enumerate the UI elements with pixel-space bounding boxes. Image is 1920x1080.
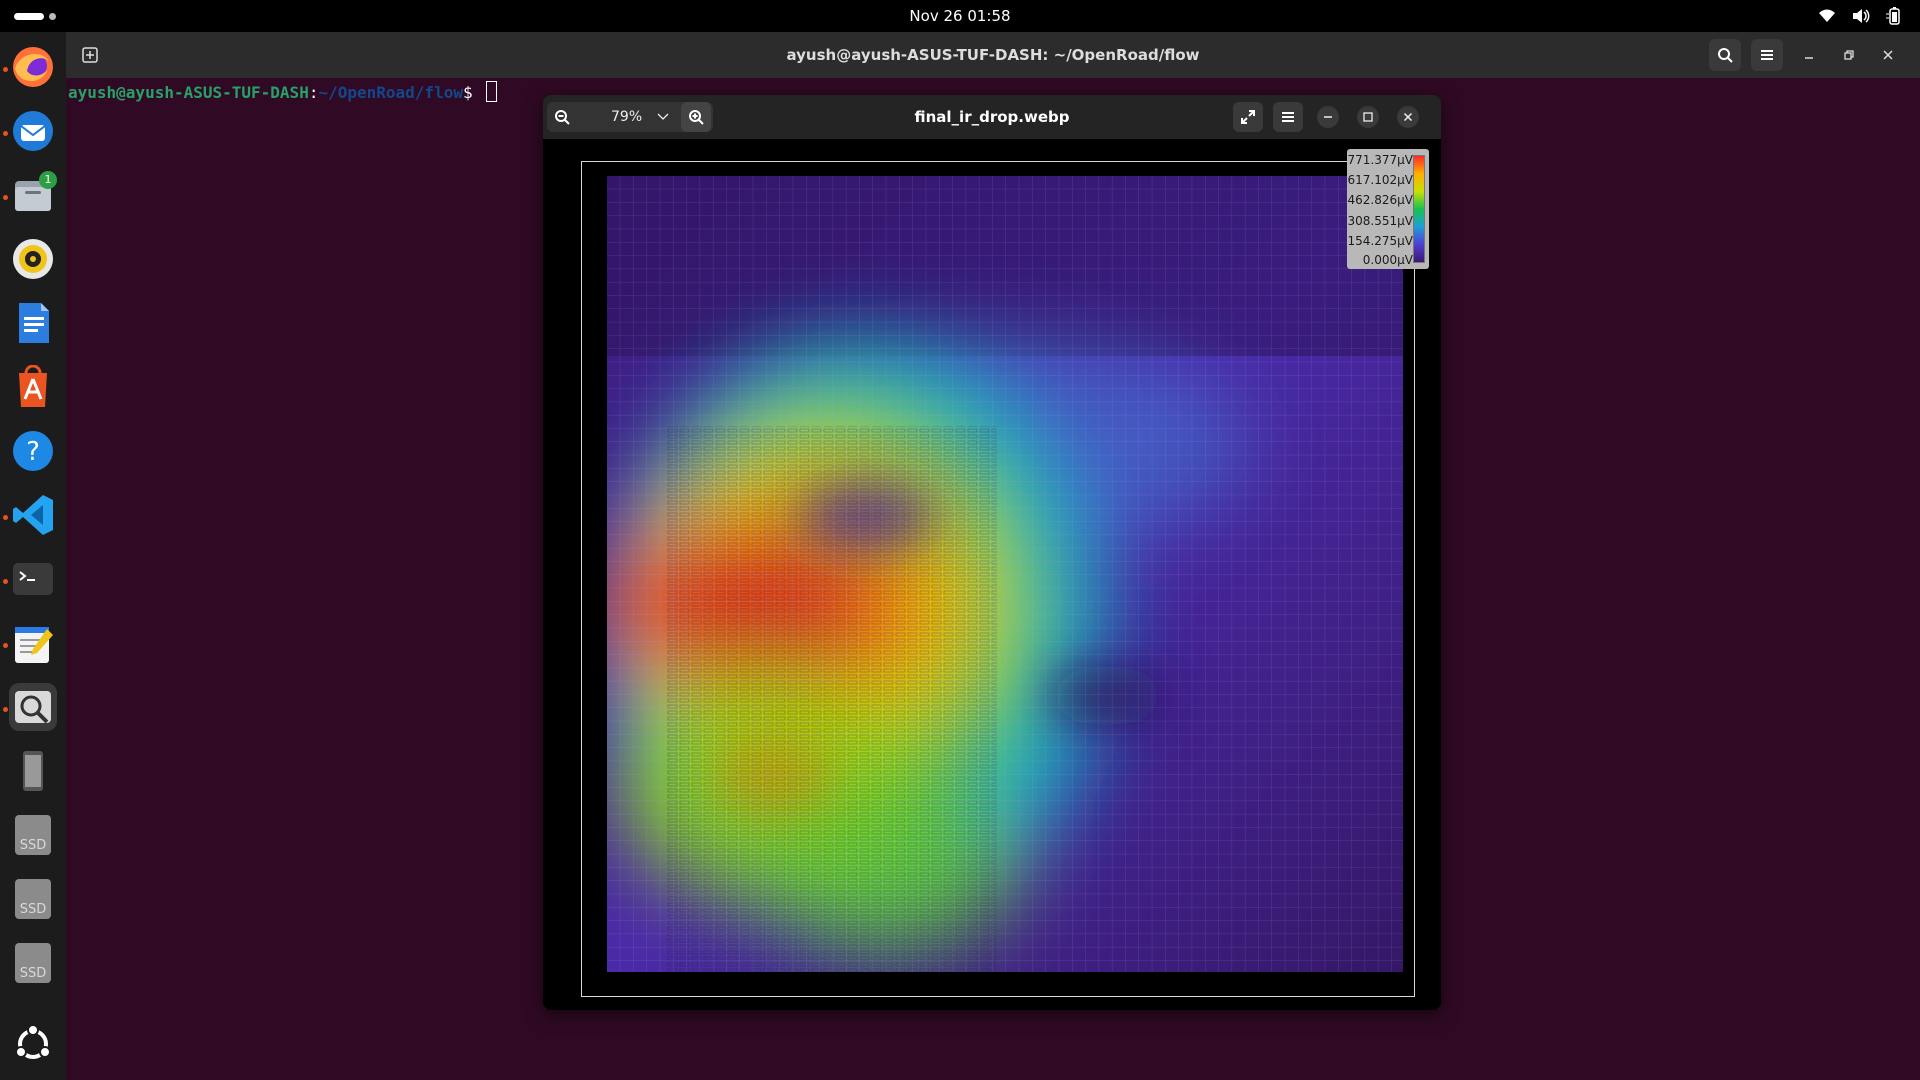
prompt-symbol: $	[462, 83, 483, 102]
wifi-icon	[1819, 9, 1835, 22]
notification-badge: 1	[39, 171, 57, 189]
clock[interactable]: Nov 26 01:58	[0, 0, 1920, 32]
ssd-drive-icon[interactable]: SSD	[9, 875, 57, 923]
viewer-menu-button[interactable]	[1273, 102, 1303, 132]
ir-drop-heatmap-image	[607, 176, 1403, 972]
legend-label: 154.275μV	[1347, 234, 1413, 248]
viewer-title: final_ir_drop.webp	[914, 108, 1070, 126]
image-viewer-window[interactable]: 79% final_ir_drop.webp 771.377μV 617.102…	[543, 95, 1441, 1010]
app-center-icon[interactable]	[9, 363, 57, 411]
ssd-drive-icon[interactable]: SSD	[9, 939, 57, 987]
text-editor-icon[interactable]	[9, 619, 57, 667]
maximize-icon	[1357, 106, 1379, 128]
running-indicator	[3, 515, 8, 520]
ssd-label: SSD	[20, 966, 47, 981]
running-indicator	[3, 579, 8, 584]
viewer-maximize-button[interactable]	[1353, 102, 1383, 132]
prompt-path: ~/OpenRoad/flow	[318, 83, 463, 102]
viewer-close-button[interactable]	[1393, 102, 1423, 132]
fullscreen-button[interactable]	[1233, 102, 1263, 132]
ssd-drive-icon[interactable]: SSD	[9, 811, 57, 859]
restore-icon	[1844, 50, 1854, 60]
system-tray[interactable]	[1818, 6, 1902, 26]
shell-prompt[interactable]: ayush@ayush-ASUS-TUF-DASH:~/OpenRoad/flo…	[68, 81, 498, 104]
viewer-minimize-button[interactable]	[1313, 102, 1343, 132]
text-cursor	[486, 81, 498, 102]
running-indicator	[3, 131, 8, 136]
show-apps-icon[interactable]	[9, 1020, 57, 1068]
legend-label: 308.551μV	[1347, 214, 1413, 228]
ssd-label: SSD	[20, 902, 47, 917]
files-icon[interactable]: 1	[9, 171, 57, 219]
libreoffice-writer-icon[interactable]	[9, 299, 57, 347]
voltage-legend: 771.377μV 617.102μV 462.826μV 308.551μV …	[1347, 149, 1429, 269]
search-icon	[1718, 48, 1733, 63]
phone-device-icon[interactable]	[9, 747, 57, 795]
terminal-title: ayush@ayush-ASUS-TUF-DASH: ~/OpenRoad/fl…	[786, 46, 1200, 64]
dock: 1 ? SSD SSD SSD	[0, 32, 66, 1080]
minimize-icon	[1317, 106, 1339, 128]
ssd-label: SSD	[20, 838, 47, 853]
running-indicator	[3, 67, 8, 72]
legend-label: 462.826μV	[1347, 193, 1413, 207]
battery-icon	[1886, 7, 1900, 25]
top-bar: Nov 26 01:58	[0, 0, 1920, 32]
running-indicator	[3, 195, 8, 200]
close-icon	[1397, 106, 1419, 128]
minimize-button[interactable]	[1793, 39, 1825, 71]
search-button[interactable]	[1709, 39, 1741, 71]
rhythmbox-icon[interactable]	[9, 235, 57, 283]
legend-label: 771.377μV	[1347, 153, 1413, 167]
vscode-icon[interactable]	[9, 491, 57, 539]
menu-button[interactable]	[1751, 39, 1783, 71]
running-indicator	[3, 707, 8, 712]
legend-color-bar	[1413, 155, 1425, 263]
running-indicator	[3, 643, 8, 648]
help-icon[interactable]: ?	[9, 427, 57, 475]
svg-text:?: ?	[26, 437, 40, 467]
legend-label: 617.102μV	[1347, 173, 1413, 187]
viewer-header: 79% final_ir_drop.webp	[543, 95, 1441, 139]
image-viewer-icon[interactable]	[9, 683, 57, 731]
legend-label: 0.000μV	[1362, 253, 1413, 267]
prompt-user: ayush@ayush-ASUS-TUF-DASH	[68, 83, 309, 102]
thunderbird-icon[interactable]	[9, 107, 57, 155]
fullscreen-icon	[1241, 110, 1255, 124]
terminal-header: ayush@ayush-ASUS-TUF-DASH: ~/OpenRoad/fl…	[66, 32, 1920, 78]
volume-icon	[1853, 9, 1870, 23]
hamburger-menu-icon	[1282, 112, 1294, 122]
minimize-icon	[1805, 57, 1813, 59]
hamburger-menu-icon	[1761, 50, 1773, 60]
close-icon	[1883, 50, 1893, 60]
terminal-icon[interactable]	[9, 555, 57, 603]
firefox-icon[interactable]	[9, 43, 57, 91]
restore-button[interactable]	[1833, 39, 1865, 71]
close-button[interactable]	[1872, 39, 1904, 71]
